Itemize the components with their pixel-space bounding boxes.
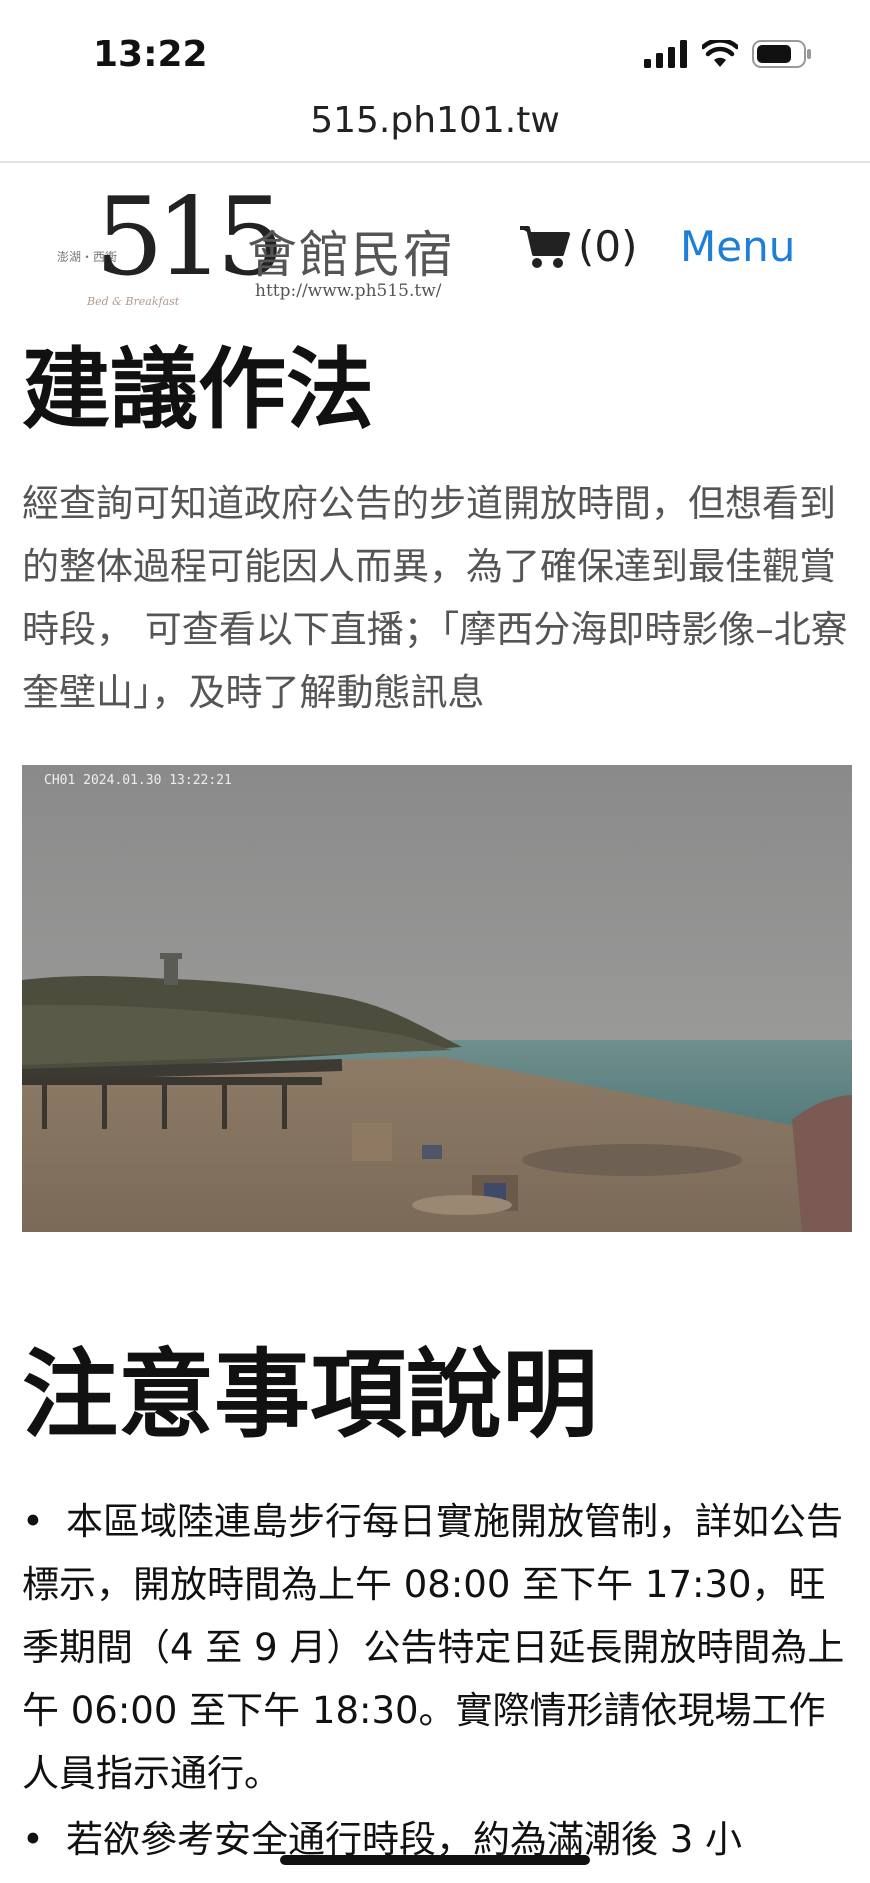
site-logo[interactable]: 澎湖・西衛 515 Bed & Breakfast 會館民宿 http://ww…: [55, 175, 475, 315]
status-bar: 13:22: [0, 0, 870, 110]
address-bar[interactable]: 515.ph101.tw: [0, 100, 870, 141]
battery-icon: [752, 40, 811, 68]
cart-count: (0): [578, 222, 638, 271]
live-camera-image[interactable]: CH01 2024.01.30 13:22:21: [22, 765, 852, 1232]
cart-icon: [520, 225, 570, 268]
note-text: 本區域陸連島步行每日實施開放管制，詳如公告標示，開放時間為上午 08:00 至下…: [22, 1500, 845, 1795]
menu-link[interactable]: Menu: [680, 222, 795, 271]
section-title-suggestion: 建議作法: [22, 338, 375, 441]
list-item: • 本區域陸連島步行每日實施開放管制，詳如公告標示，開放時間為上午 08:00 …: [22, 1490, 852, 1805]
suggestion-paragraph: 經查詢可知道政府公告的步道開放時間，但想看到的整体過程可能因人而異，為了確保達到…: [22, 482, 848, 714]
home-indicator[interactable]: [280, 1855, 590, 1865]
section-title-notes: 注意事項說明: [22, 1339, 598, 1451]
logo-site-url: http://www.ph515.tw/: [255, 281, 442, 301]
bullet-icon: •: [22, 1500, 44, 1543]
camera-timestamp: CH01 2024.01.30 13:22:21: [44, 773, 232, 788]
cart-button[interactable]: (0): [518, 222, 638, 271]
coast-scene: [22, 765, 852, 1232]
status-time: 13:22: [93, 34, 208, 75]
wifi-icon: [702, 40, 738, 67]
status-icons: [644, 40, 812, 68]
logo-brand-name: 會館民宿: [247, 226, 455, 284]
logo-subtitle: Bed & Breakfast: [87, 295, 180, 308]
address-divider: [0, 161, 870, 163]
signal-icon: [644, 40, 687, 68]
bullet-icon: •: [22, 1818, 44, 1861]
notes-list: • 本區域陸連島步行每日實施開放管制，詳如公告標示，開放時間為上午 08:00 …: [22, 1490, 852, 1874]
